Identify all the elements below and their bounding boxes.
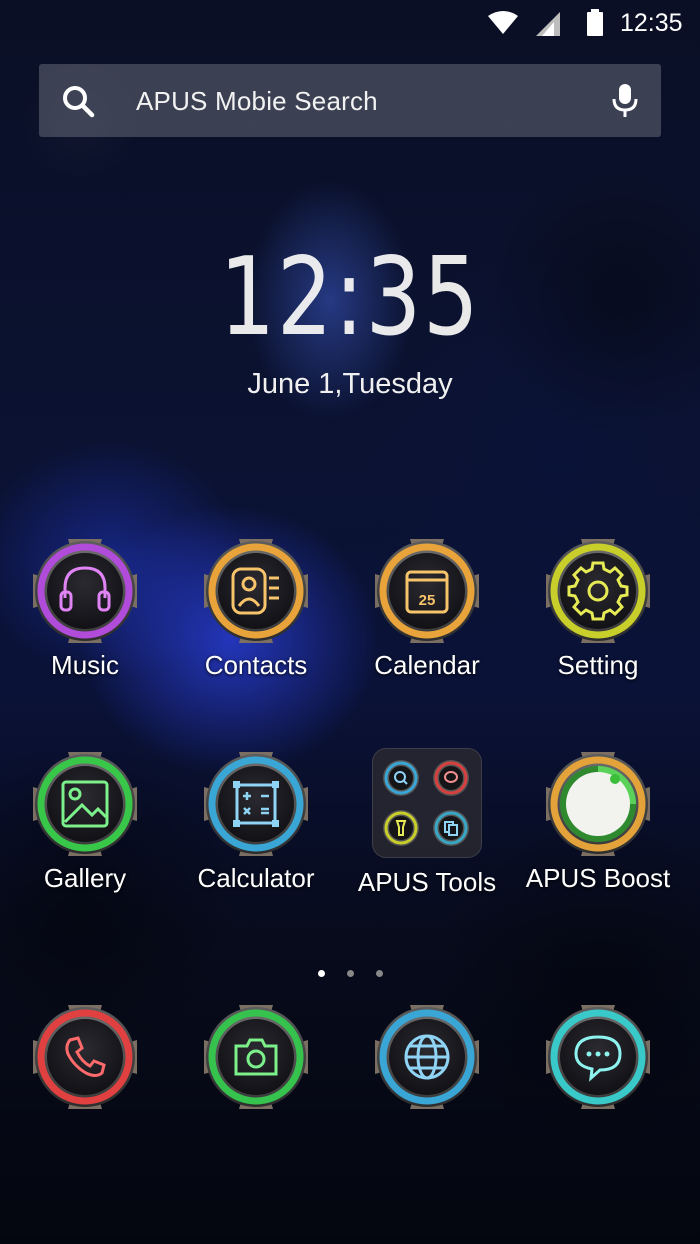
mini-search-icon xyxy=(383,760,419,796)
app-label: APUS Boost xyxy=(525,863,671,893)
search-input[interactable]: APUS Mobie Search xyxy=(136,86,378,117)
calculator-icon xyxy=(204,752,308,856)
gear-icon xyxy=(546,539,650,643)
dock-browser[interactable] xyxy=(372,1002,482,1117)
app-label: Calculator xyxy=(197,863,315,893)
boost-icon xyxy=(546,752,650,856)
app-calendar[interactable]: 25 Calendar xyxy=(341,536,513,681)
page-dot[interactable] xyxy=(317,970,325,977)
wifi-icon xyxy=(488,11,518,34)
mini-chat-icon xyxy=(433,760,469,796)
app-label: Calendar xyxy=(374,650,480,680)
calendar-day: 25 xyxy=(419,592,436,609)
mini-flashlight-icon xyxy=(383,810,419,846)
camera-icon xyxy=(204,1005,308,1109)
app-setting[interactable]: Setting xyxy=(512,536,684,681)
globe-icon xyxy=(375,1005,479,1109)
app-apus-boost[interactable]: APUS Boost xyxy=(512,749,684,894)
headphones-icon xyxy=(33,539,137,643)
page-indicator[interactable] xyxy=(0,964,700,982)
dock-messages[interactable] xyxy=(543,1002,653,1117)
page-dot[interactable] xyxy=(346,970,354,977)
battery-icon xyxy=(587,9,603,36)
app-music[interactable]: Music xyxy=(0,536,171,681)
cell-signal-icon xyxy=(536,12,560,36)
page-dot[interactable] xyxy=(375,970,383,977)
clock-widget-time[interactable]: 12:35 xyxy=(0,238,700,358)
search-bar[interactable]: APUS Mobie Search xyxy=(39,64,661,137)
search-icon[interactable] xyxy=(61,84,95,118)
app-gallery[interactable]: Gallery xyxy=(0,749,171,894)
contact-card-icon xyxy=(204,539,308,643)
app-label: Contacts xyxy=(204,650,308,680)
app-label: Gallery xyxy=(43,863,127,893)
calendar-icon: 25 xyxy=(375,539,479,643)
status-bar: 12:35 xyxy=(0,0,700,48)
phone-icon xyxy=(33,1005,137,1109)
app-contacts[interactable]: Contacts xyxy=(170,536,342,681)
status-time: 12:35 xyxy=(620,9,683,37)
dock-phone[interactable] xyxy=(30,1002,140,1117)
folder-apus-tools[interactable] xyxy=(372,748,482,858)
app-label: Setting xyxy=(557,650,639,680)
chat-bubble-icon xyxy=(546,1005,650,1109)
image-icon xyxy=(33,752,137,856)
dock-camera[interactable] xyxy=(201,1002,311,1117)
microphone-icon[interactable] xyxy=(611,83,639,119)
app-apus-tools-label: APUS Tools xyxy=(341,863,513,898)
clock-time-text: 12:35 xyxy=(219,235,481,360)
app-label: APUS Tools xyxy=(357,867,497,897)
mini-copy-icon xyxy=(433,810,469,846)
app-label: Music xyxy=(51,650,119,680)
clock-widget-date: June 1,Tuesday xyxy=(247,368,453,400)
app-calculator[interactable]: Calculator xyxy=(170,749,342,894)
